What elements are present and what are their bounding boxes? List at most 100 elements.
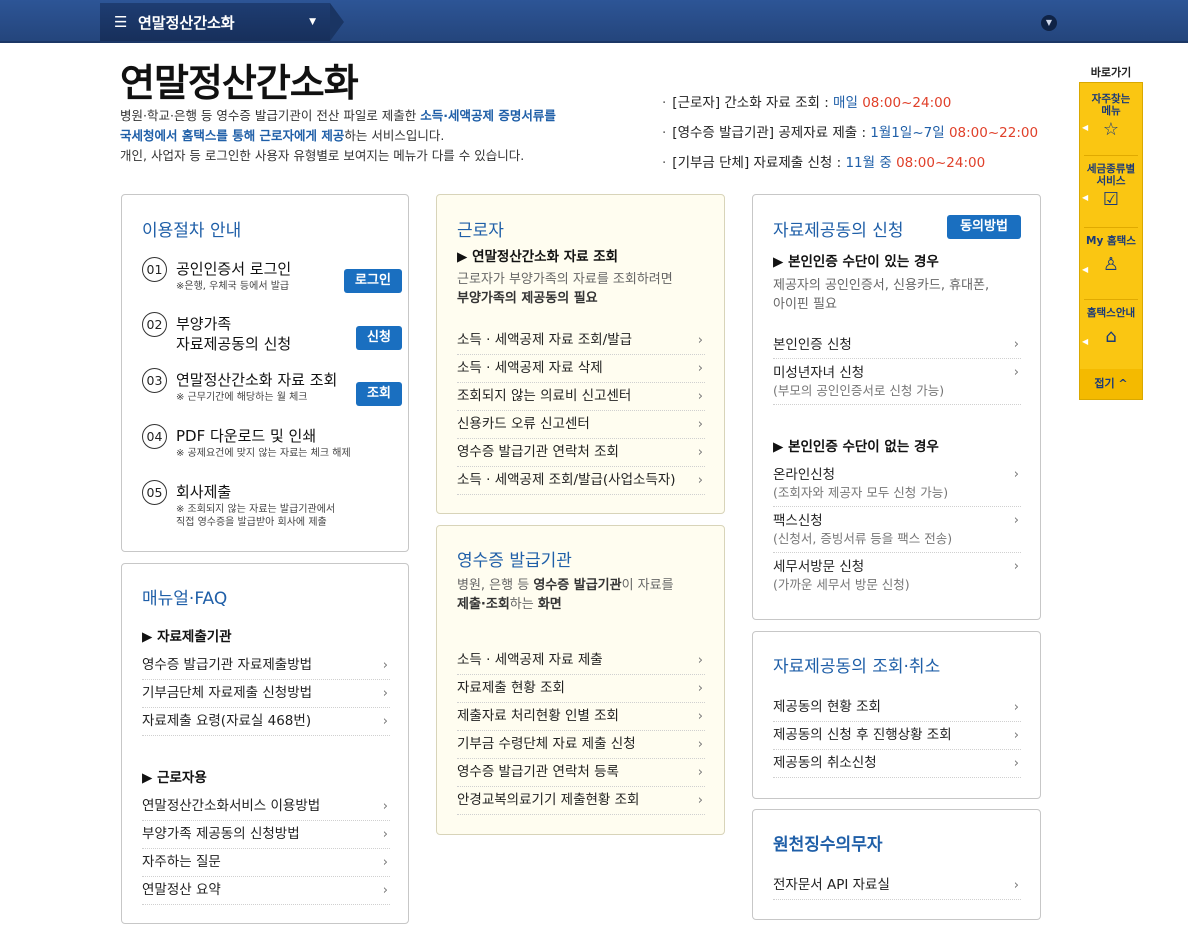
list-item[interactable]: 부양가족 제공동의 신청방법 › <box>142 821 390 849</box>
inquiry-button[interactable]: 조회 <box>356 382 402 406</box>
list-item[interactable]: 제공동의 신청 후 진행상황 조회 › <box>773 722 1021 750</box>
consent-title: 자료제공동의 신청 <box>773 221 904 241</box>
manual-title: 매뉴얼·FAQ <box>142 589 228 609</box>
list-item[interactable]: 조회되지 않는 의료비 신고센터 › <box>457 383 705 411</box>
chevron-right-icon: › <box>382 686 388 701</box>
chevron-right-icon: › <box>1013 559 1019 574</box>
intro-line3: 개인, 사업자 등 로그인한 사용자 유형별로 보여지는 메뉴가 다를 수 있습… <box>120 148 525 163</box>
apply-button[interactable]: 신청 <box>356 326 402 350</box>
consent-manage-panel: 자료제공동의 조회·취소 제공동의 현황 조회 › 제공동의 신청 후 진행상황 … <box>752 631 1041 799</box>
chevron-right-icon: › <box>697 737 703 752</box>
chevron-right-icon: › <box>1013 365 1019 380</box>
consent-subhead-with-auth: ▶ 본인인증 수단이 있는 경우 <box>773 254 939 270</box>
login-button[interactable]: 로그인 <box>344 269 402 293</box>
list-item[interactable]: 본인인증 신청 › <box>773 331 1021 359</box>
menu-breadcrumb[interactable]: ☰ 연말정산간소화 ▼ <box>100 3 344 41</box>
service-schedule: · [근로자] 간소화 자료 조회 : 매일 08:00~24:00 · [영수증 … <box>662 88 1038 178</box>
consent-no-auth-list: 온라인신청 (조회자와 제공자 모두 신청 가능) › 팩스신청 (신청서, 증빙서류… <box>773 461 1021 599</box>
list-item[interactable]: 전자문서 API 자료실 › <box>773 872 1021 900</box>
list-item[interactable]: 세무서방문 신청 (가까운 세무서 방문 신청) › <box>773 553 1021 599</box>
chevron-right-icon: › <box>697 653 703 668</box>
chevron-right-icon: › <box>1013 700 1019 715</box>
consent-method-button[interactable]: 동의방법 <box>947 215 1021 239</box>
list-item[interactable]: 영수증 발급기관 연락처 조회 › <box>457 439 705 467</box>
hamburger-icon[interactable]: ☰ <box>114 13 132 31</box>
withholding-panel: 원천징수의무자 전자문서 API 자료실 › <box>752 809 1041 920</box>
intro-text: 병원·학교·은행 등 영수증 발급기관이 전산 파일로 제출한 소득·세액공제 … <box>120 106 640 166</box>
chevron-right-icon: › <box>697 389 703 404</box>
quick-links-sidebar: ◀ 자주찾는 메뉴 ☆ ◀ 세금종류별 서비스 ☑ ◀ My 홈택스 ♙ ◀ 홈… <box>1079 82 1143 400</box>
manual-group-institution: ▶ 자료제출기관 <box>142 629 232 645</box>
issuer-title: 영수증 발급기관 <box>457 551 572 571</box>
list-item[interactable]: 제공동의 취소신청 › <box>773 750 1021 778</box>
worker-desc: 근로자가 부양가족의 자료를 조회하려면 부양가족의 제공동의 필요 <box>457 272 673 306</box>
chevron-right-icon: › <box>382 799 388 814</box>
chevron-right-icon: › <box>1013 728 1019 743</box>
list-item[interactable]: 자주하는 질문 › <box>142 849 390 877</box>
list-item[interactable]: 연말정산간소화서비스 이용방법 › <box>142 793 390 821</box>
collapse-button[interactable]: 접기 ^ <box>1080 369 1142 399</box>
manual-group-worker: ▶ 근로자용 <box>142 770 207 786</box>
consent-manage-list: 제공동의 현황 조회 › 제공동의 신청 후 진행상황 조회 › 제공동의 취소신청… <box>773 694 1021 778</box>
list-item[interactable]: 제출자료 처리현황 인별 조회 › <box>457 703 705 731</box>
list-item[interactable]: 신용카드 오류 신고센터 › <box>457 411 705 439</box>
chevron-right-icon: › <box>697 709 703 724</box>
chevron-right-icon: › <box>697 765 703 780</box>
checkbox-icon: ☑ <box>1102 189 1120 210</box>
manual-panel: 매뉴얼·FAQ ▶ 자료제출기관 영수증 발급기관 자료제출방법 › 기부금단체 … <box>121 563 409 924</box>
user-icon: ♙ <box>1102 254 1120 275</box>
list-item[interactable]: 영수증 발급기관 자료제출방법 › <box>142 652 390 680</box>
intro-line1-b: 소득·세액공제 증명서류를 <box>420 108 556 123</box>
list-item[interactable]: 온라인신청 (조회자와 제공자 모두 신청 가능) › <box>773 461 1021 507</box>
list-item[interactable]: 미성년자녀 신청 (부모의 공인인증서로 신청 가능) › <box>773 359 1021 405</box>
chevron-right-icon: › <box>697 361 703 376</box>
consent-subhead-no-auth: ▶ 본인인증 수단이 없는 경우 <box>773 439 939 455</box>
list-item[interactable]: 기부금 수령단체 자료 제출 신청 › <box>457 731 705 759</box>
intro-line2-b: 하는 서비스입니다. <box>344 128 445 143</box>
list-item[interactable]: 자료제출 요령(자료실 468번) › <box>142 708 390 736</box>
chevron-right-icon: › <box>697 417 703 432</box>
quick-hometax-guide[interactable]: ◀ 홈택스안내 ⌂ <box>1080 307 1142 347</box>
list-item[interactable]: 기부금단체 자료제출 신청방법 › <box>142 680 390 708</box>
procedure-title: 이용절차 안내 <box>142 221 242 241</box>
chevron-right-icon: › <box>382 883 388 898</box>
list-item[interactable]: 소득 · 세액공제 자료 삭제 › <box>457 355 705 383</box>
worker-link-list: 소득 · 세액공제 자료 조회/발급 › 소득 · 세액공제 자료 삭제 › 조회되… <box>457 327 705 495</box>
list-item[interactable]: 소득 · 세액공제 자료 조회/발급 › <box>457 327 705 355</box>
quick-tax-service[interactable]: ◀ 세금종류별 서비스 ☑ <box>1080 163 1142 210</box>
issuer-link-list: 소득 · 세액공제 자료 제출 › 자료제출 현황 조회 › 제출자료 처리현황 인… <box>457 647 705 815</box>
list-item[interactable]: 소득 · 세액공제 조회/발급(사업소득자) › <box>457 467 705 495</box>
intro-line2-a: 국세청에서 홈택스를 통해 근로자에게 제공 <box>120 128 345 143</box>
quick-my-hometax[interactable]: ◀ My 홈택스 ♙ <box>1080 235 1142 275</box>
chevron-right-icon: › <box>697 333 703 348</box>
worker-title: 근로자 <box>457 221 504 241</box>
top-nav-bar: ☰ 연말정산간소화 ▼ ▼ <box>0 0 1188 43</box>
issuer-panel: 영수증 발급기관 병원, 은행 등 영수증 발급기관이 자료를 제출·조회하는 … <box>436 525 725 835</box>
chevron-right-icon: › <box>382 714 388 729</box>
worker-subhead: ▶ 연말정산간소화 자료 조회 <box>457 249 619 265</box>
consent-with-auth-list: 본인인증 신청 › 미성년자녀 신청 (부모의 공인인증서로 신청 가능) › <box>773 331 1021 405</box>
chevron-down-icon[interactable]: ▼ <box>1041 15 1057 31</box>
intro-line1-a: 병원·학교·은행 등 영수증 발급기관이 전산 파일로 제출한 <box>120 108 421 123</box>
list-item[interactable]: 소득 · 세액공제 자료 제출 › <box>457 647 705 675</box>
list-item[interactable]: 안경교복의료기기 제출현황 조회 › <box>457 787 705 815</box>
breadcrumb-title: 연말정산간소화 <box>138 13 235 32</box>
list-item[interactable]: 제공동의 현황 조회 › <box>773 694 1021 722</box>
caret-down-icon[interactable]: ▼ <box>309 17 316 27</box>
chevron-right-icon: › <box>697 681 703 696</box>
list-item[interactable]: 연말정산 요약 › <box>142 877 390 905</box>
chevron-right-icon: › <box>1013 878 1019 893</box>
chevron-right-icon: › <box>382 855 388 870</box>
schedule-item: · [근로자] 간소화 자료 조회 : 매일 08:00~24:00 <box>662 95 952 111</box>
chevron-right-icon: › <box>1013 467 1019 482</box>
chevron-right-icon: › <box>382 658 388 673</box>
manual-institution-list: 영수증 발급기관 자료제출방법 › 기부금단체 자료제출 신청방법 › 자료제출 요… <box>142 652 390 736</box>
manual-worker-list: 연말정산간소화서비스 이용방법 › 부양가족 제공동의 신청방법 › 자주하는 질문… <box>142 793 390 905</box>
list-item[interactable]: 팩스신청 (신청서, 증빙서류 등을 팩스 전송) › <box>773 507 1021 553</box>
withholding-title: 원천징수의무자 <box>773 835 883 855</box>
quick-favorite-menu[interactable]: ◀ 자주찾는 메뉴 ☆ <box>1080 93 1142 140</box>
consent-manage-title: 자료제공동의 조회·취소 <box>773 657 941 677</box>
list-item[interactable]: 자료제출 현황 조회 › <box>457 675 705 703</box>
chevron-right-icon: › <box>697 793 703 808</box>
list-item[interactable]: 영수증 발급기관 연락처 등록 › <box>457 759 705 787</box>
